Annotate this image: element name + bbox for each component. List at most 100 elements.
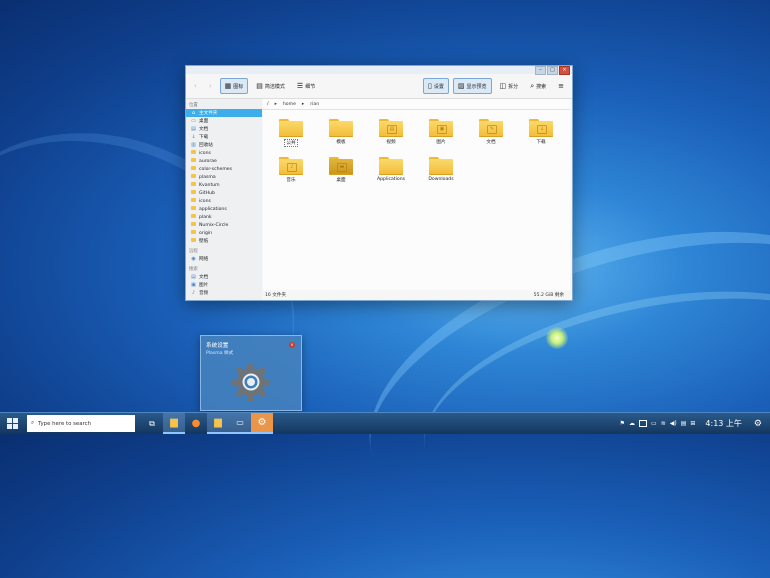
sidebar-item[interactable]: origin xyxy=(186,229,262,237)
sidebar-item[interactable]: color-schemes xyxy=(186,165,262,173)
settings-toggle-button[interactable]: ▯ 设置 xyxy=(423,78,449,94)
hamburger-menu-button[interactable]: ≡ xyxy=(554,79,568,93)
file-item[interactable]: 公共 xyxy=(266,116,316,154)
folder-emblem-icon: ▣ xyxy=(437,125,447,134)
wifi-icon[interactable]: ≋ xyxy=(661,420,666,427)
sidebar-item[interactable]: ⌂ 主文件夹 xyxy=(186,109,262,117)
start-button[interactable] xyxy=(0,413,24,434)
folder-icon xyxy=(329,119,353,137)
folder-icon xyxy=(191,206,196,212)
file-item[interactable]: Downloads xyxy=(416,154,466,192)
sidebar-item[interactable]: plasma xyxy=(186,173,262,181)
volume-icon[interactable]: ◀) xyxy=(670,420,677,427)
sidebar-item[interactable]: GitHub xyxy=(186,189,262,197)
sidebar-item[interactable]: ▤ 文档 xyxy=(186,125,262,133)
file-item[interactable]: ↓ 下载 xyxy=(516,116,566,154)
sidebar-item[interactable]: icons xyxy=(186,197,262,205)
compact-list-icon: ▤ xyxy=(256,82,263,90)
sidebar-item[interactable]: ♪ 音频 xyxy=(186,289,262,297)
documents-icon: ▤ xyxy=(191,126,196,132)
free-space-label: 55.2 GiB 剩余 xyxy=(533,293,564,298)
search-button[interactable]: ⌕ 搜索 xyxy=(526,79,550,93)
sidebar-item[interactable]: Numix-Circle xyxy=(186,221,262,229)
sidebar-item[interactable]: 壁纸 xyxy=(186,237,262,245)
file-item[interactable]: ▬ 桌面 xyxy=(316,154,366,192)
sidebar-item[interactable]: aurorae xyxy=(186,157,262,165)
sidebar-item-label: aurorae xyxy=(199,158,217,164)
file-name: 下载 xyxy=(536,140,546,145)
sidebar-item[interactable]: ▤ 文档 xyxy=(186,273,262,281)
notification-flag-icon[interactable]: ⚑ xyxy=(620,420,625,427)
sidebar-item[interactable]: ◉ 网络 xyxy=(186,255,262,263)
file-item[interactable]: 模板 xyxy=(316,116,366,154)
taskbar-firefox[interactable]: ● xyxy=(185,413,207,434)
task-preview-popup[interactable]: 系统设置 Plasma 样式 × xyxy=(200,335,302,411)
folder-icon xyxy=(429,157,453,175)
sidebar-item[interactable]: plank xyxy=(186,213,262,221)
cloud-icon[interactable]: ☁ xyxy=(629,420,635,427)
taskbar-dolphin[interactable]: ▆ xyxy=(207,413,229,434)
search-section-title: 搜索 xyxy=(189,267,198,272)
sidebar-item[interactable]: Kvantum xyxy=(186,181,262,189)
back-button[interactable]: ‹ xyxy=(190,79,201,93)
folder-emblem-icon: ✎ xyxy=(487,125,497,134)
title-bar[interactable]: – □ × xyxy=(186,66,572,75)
taskbar-clock[interactable]: 4:13 上午 xyxy=(705,418,742,429)
folder-icon: ▤ xyxy=(379,119,403,137)
file-item[interactable]: ▣ 图片 xyxy=(416,116,466,154)
folder-icon xyxy=(191,238,196,244)
keyboard-icon[interactable] xyxy=(639,420,648,427)
taskbar-system-settings[interactable]: ⚙ xyxy=(251,413,273,434)
images-icon: ▣ xyxy=(191,282,196,288)
icons-view-button[interactable]: ▦ 图标 xyxy=(219,78,249,94)
breadcrumb-segment[interactable]: / xyxy=(267,102,269,107)
chat-icon[interactable]: ▭ xyxy=(651,420,657,427)
folder-icon xyxy=(191,198,196,204)
file-name: 图片 xyxy=(436,140,446,145)
terminal-icon: ▭ xyxy=(236,418,244,427)
file-item[interactable]: ▤ 视频 xyxy=(366,116,416,154)
preview-close-button[interactable]: × xyxy=(289,342,295,348)
breadcrumb-segment[interactable]: home xyxy=(283,102,296,107)
folder-icon: ▬ xyxy=(329,157,353,175)
apps-grid-icon[interactable]: ⊞ xyxy=(690,420,695,427)
sidebar-item-label: 壁纸 xyxy=(199,239,209,244)
minimize-button[interactable]: – xyxy=(535,66,546,75)
file-name: 模板 xyxy=(336,140,346,145)
file-item[interactable]: ♪ 音乐 xyxy=(266,154,316,192)
task-view-icon: ⧉ xyxy=(149,418,155,428)
file-name: 公共 xyxy=(284,139,298,147)
folder-icon xyxy=(191,166,196,172)
taskbar-file-explorer[interactable]: ▆ xyxy=(163,413,185,434)
preview-toggle-button[interactable]: ▨ 显示预览 xyxy=(452,78,492,94)
sidebar-item[interactable]: ▥ 回收站 xyxy=(186,141,262,149)
clipboard-icon[interactable]: ▤ xyxy=(681,420,687,427)
split-button[interactable]: ◫ 拆分 xyxy=(496,79,523,93)
file-item[interactable]: ✎ 文档 xyxy=(466,116,516,154)
maximize-button[interactable]: □ xyxy=(547,66,558,75)
sidebar-item[interactable]: ↓ 下载 xyxy=(186,133,262,141)
taskbar-terminal[interactable]: ▭ xyxy=(229,413,251,434)
folder-emblem-icon: ▤ xyxy=(387,125,397,134)
folder-icon xyxy=(191,214,196,220)
sidebar-item[interactable]: applications xyxy=(186,205,262,213)
forward-button[interactable]: › xyxy=(205,79,216,93)
sidebar-item[interactable]: ▭ 桌面 xyxy=(186,117,262,125)
compact-view-button[interactable]: ▤ 简洁模式 xyxy=(252,79,289,93)
breadcrumb-segment[interactable]: rian xyxy=(310,102,319,107)
download-icon: ↓ xyxy=(191,134,196,140)
task-view-button[interactable]: ⧉ xyxy=(141,413,163,434)
taskbar-search-box[interactable]: ⌕ Type here to search xyxy=(27,415,135,432)
sidebar-item-label: icons xyxy=(199,150,211,156)
file-item[interactable]: Applications xyxy=(366,154,416,192)
folder-icon xyxy=(379,157,403,175)
details-view-button[interactable]: ☰ 细节 xyxy=(293,79,319,93)
folder-icon xyxy=(279,119,303,137)
close-button[interactable]: × xyxy=(559,66,570,75)
settings-tray-icon[interactable]: ⚙ xyxy=(754,419,762,429)
breadcrumb: / ▸ home ▸ rian xyxy=(263,99,570,110)
audio-icon: ♪ xyxy=(191,290,196,296)
sidebar-item[interactable]: ▣ 图片 xyxy=(186,281,262,289)
firefox-icon: ● xyxy=(191,418,201,429)
sidebar-item[interactable]: icons xyxy=(186,149,262,157)
